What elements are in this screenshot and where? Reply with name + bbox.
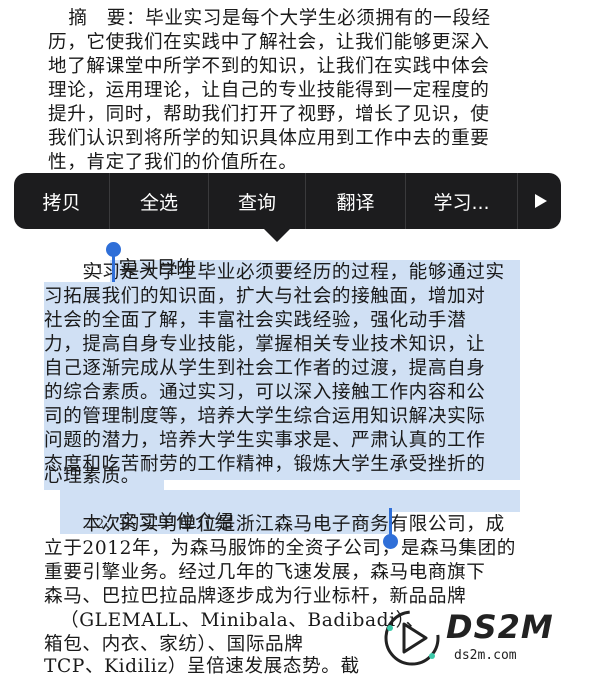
watermark-url: ds2m.com bbox=[454, 648, 517, 663]
body-line: 社会的全面了解，丰富社会实践经验，强化动手潜 bbox=[44, 310, 467, 331]
play-circle-icon bbox=[384, 610, 440, 666]
menu-item-select-all[interactable]: 全选 bbox=[110, 173, 209, 229]
body-line: 自己逐渐完成从学生到社会工作者的过渡，提高自身 bbox=[44, 358, 486, 379]
selection-start-stem[interactable] bbox=[112, 252, 115, 282]
abstract-line: 历，它使我们在实践中了解社会，让我们能够更深入 bbox=[48, 32, 490, 53]
menu-item-learn[interactable]: 学习... bbox=[406, 173, 518, 229]
abstract-line: 地了解课堂中所学不到的知识，让我们在实践中体会 bbox=[48, 56, 490, 77]
menu-more-button[interactable] bbox=[518, 173, 564, 229]
selection-context-menu: 拷贝 全选 查询 翻译 学习... bbox=[14, 173, 561, 229]
abstract-line: 性，肯定了我们的价值所在。 bbox=[48, 152, 298, 173]
document-page: 摘 要：毕业实习是每个大学生必须拥有的一段经 历，它使我们在实践中了解社会，让我… bbox=[0, 0, 604, 677]
body-line: 实习是大学生毕业必须要经历的过程，能够通过实 bbox=[44, 262, 505, 283]
body-line: 重要引擎业务。经过几年的飞速发展，森马电商旗下 bbox=[44, 562, 486, 583]
menu-pointer bbox=[264, 229, 290, 242]
menu-item-copy[interactable]: 拷贝 bbox=[14, 173, 110, 229]
menu-item-lookup[interactable]: 查询 bbox=[209, 173, 306, 229]
section-heading: 2、实习单位介绍 bbox=[70, 490, 604, 533]
selection-end-handle[interactable] bbox=[383, 534, 398, 549]
play-right-icon bbox=[535, 194, 547, 208]
body-line: 本次的实习单位是浙江森马电子商务有限公司，成 bbox=[44, 514, 505, 535]
section-heading: 1、实习目的 bbox=[70, 236, 604, 279]
watermark-logo-text: DS2M bbox=[446, 608, 554, 646]
watermark: DS2M ds2m.com bbox=[380, 604, 604, 672]
body-line: 问题的潜力，培养大学生实事求是、严肃认真的工作 bbox=[44, 430, 486, 451]
body-line: 力，提高自身专业技能，掌握相关专业技术知识，让 bbox=[44, 334, 486, 355]
body-line: 习拓展我们的知识面，扩大与社会的接触面，增加对 bbox=[44, 286, 486, 307]
body-line: 立于2012年，为森马服饰的全资子公司，是森马集团的 bbox=[44, 538, 516, 559]
abstract-line: 我们认识到将所学的知识具体应用到工作中去的重要 bbox=[48, 128, 490, 149]
abstract-line: 提升，同时，帮助我们打开了视野，增长了见识，使 bbox=[48, 104, 490, 125]
body-line: 的综合素质。通过实习，可以深入接触工作内容和公 bbox=[44, 382, 486, 403]
menu-item-translate[interactable]: 翻译 bbox=[306, 173, 406, 229]
body-line: 心理素质。 bbox=[44, 466, 140, 487]
abstract-line: 摘 要：毕业实习是每个大学生必须拥有的一段经 bbox=[30, 8, 491, 29]
body-line: 司的管理制度等，培养大学生综合运用知识解决实际 bbox=[44, 406, 486, 427]
abstract-line: 理论，运用理论，让自己的专业技能得到一定程度的 bbox=[48, 80, 490, 101]
